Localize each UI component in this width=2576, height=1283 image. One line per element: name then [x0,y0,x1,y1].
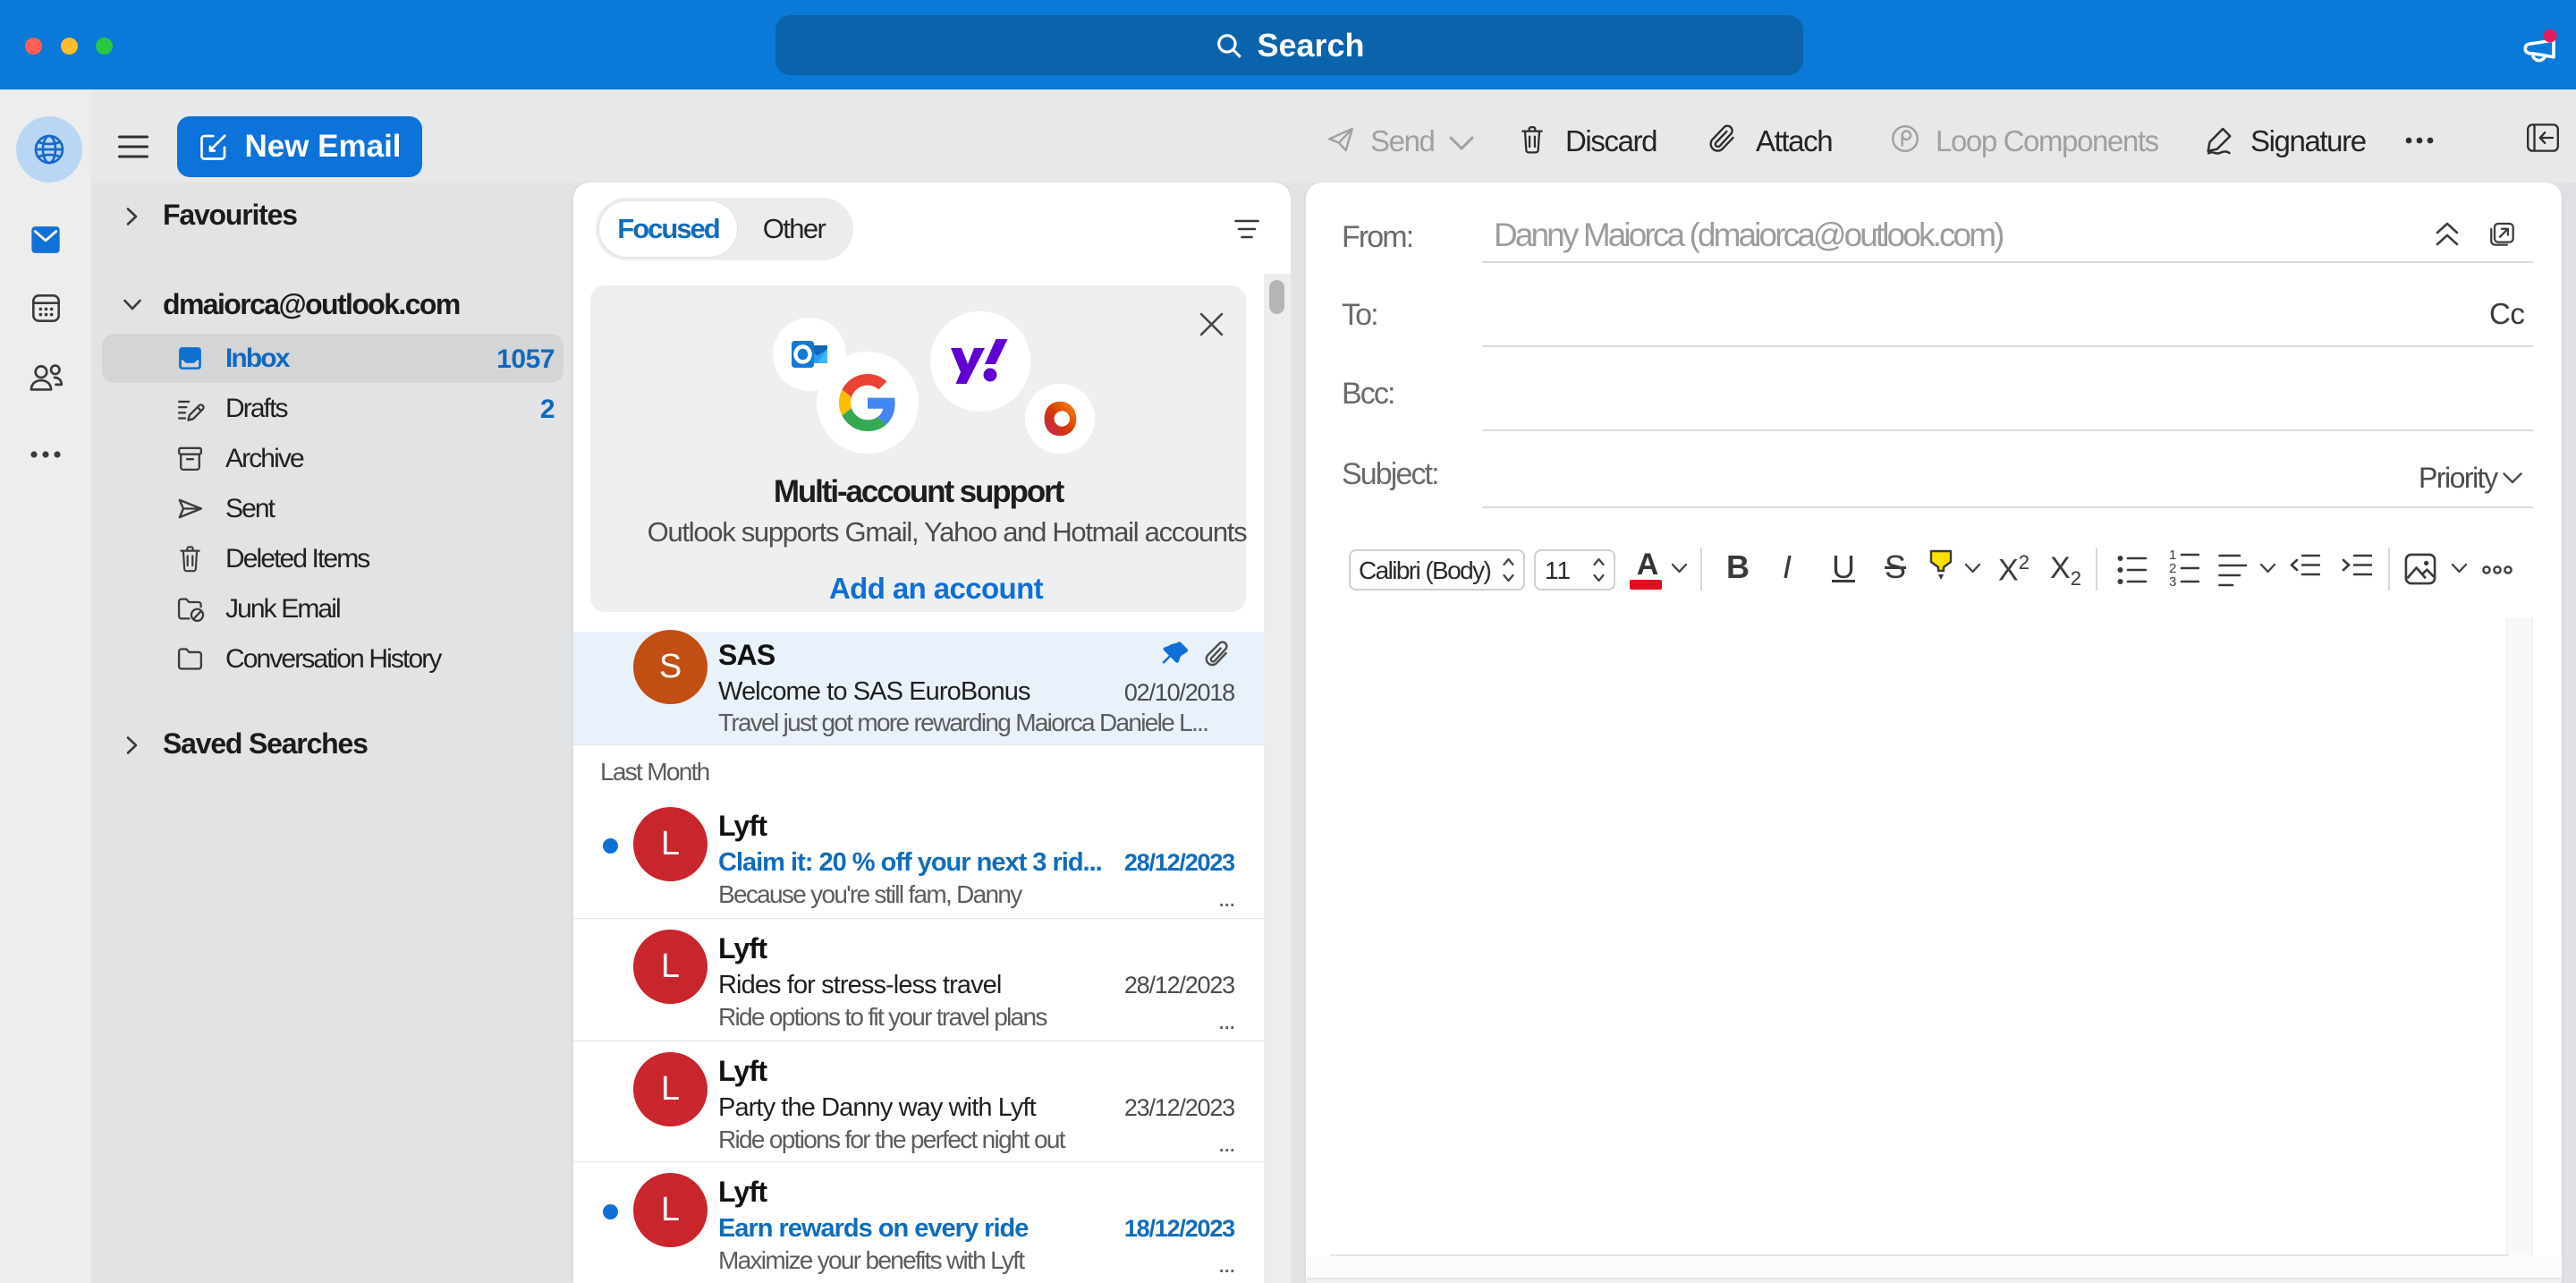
svg-text:3: 3 [2169,574,2176,590]
